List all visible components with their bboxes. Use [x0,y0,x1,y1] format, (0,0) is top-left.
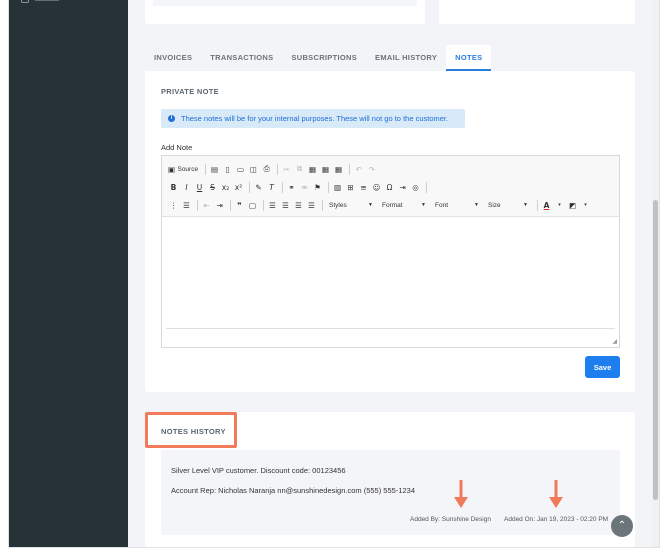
chevron-down-icon[interactable]: ▾ [580,199,591,212]
align-center-icon[interactable]: ☰ [280,199,291,212]
unlink-icon[interactable]: ⚮ [299,181,310,194]
scrollbar[interactable] [652,0,659,547]
new-page-icon[interactable]: ▯ [222,163,233,176]
scroll-to-top-button[interactable]: ⌃ [611,515,633,537]
anchor-icon[interactable]: ⚑ [312,181,323,194]
special-char-icon[interactable]: Ω [384,181,395,194]
note-editor-area[interactable] [166,218,615,329]
paste-text-icon[interactable]: ▦ [320,163,331,176]
image-icon[interactable]: ▨ [332,181,343,194]
private-note-card: PRIVATE NOTE i These notes will be for y… [145,71,635,392]
undo-icon[interactable]: ↶ [353,163,364,176]
print-icon[interactable]: ⎙ [261,163,272,176]
main-content: INVOICES TRANSACTIONS SUBSCRIPTIONS EMAI… [128,0,659,547]
info-banner: i These notes will be for your internal … [161,109,465,128]
scrollbar-thumb[interactable] [653,200,658,500]
save-button[interactable]: Save [585,356,620,378]
arrow-down-icon [454,480,468,508]
subscript-icon[interactable]: x₂ [220,181,231,194]
notes-history-card: NOTES HISTORY Silver Level VIP customer.… [145,412,635,547]
styles-dropdown[interactable]: Styles ▼ [326,199,376,212]
save-doc-icon[interactable]: ▤ [209,163,220,176]
editor-toolbar: ▣ Source ▤ ▯ ▭ ◫ ⎙ ✂ ⧉ ▦ ▦ ▦ ↶ ↷ B I U S… [162,156,619,217]
size-label: Size [488,201,501,209]
indent-icon[interactable]: ⇥ [214,199,225,212]
font-dropdown[interactable]: Font ▼ [432,199,482,212]
numbered-list-icon[interactable]: ⋮ [168,199,179,212]
info-text: These notes will be for your internal pu… [181,114,449,123]
templates-icon[interactable]: ▭ [235,163,246,176]
page-break-icon[interactable]: ⇥ [397,181,408,194]
chevron-up-icon: ⌃ [617,520,627,531]
preview-icon[interactable]: ◫ [248,163,259,176]
smiley-icon[interactable]: ☺ [371,181,382,194]
tab-notes[interactable]: NOTES [446,45,492,71]
add-note-label: Add Note [161,143,193,152]
div-container-icon[interactable]: ▢ [247,199,258,212]
paste-word-icon[interactable]: ▦ [333,163,344,176]
summary-card [145,0,425,24]
customer-tabs: INVOICES TRANSACTIONS SUBSCRIPTIONS EMAI… [145,45,492,71]
added-on: Added On: Jan 19, 2023 - 02:20 PM [504,516,609,523]
summary-card-secondary [439,0,635,24]
tab-email-history[interactable]: EMAIL HISTORY [366,45,446,71]
history-note-line-1: Silver Level VIP customer. Discount code… [171,466,346,475]
copy-format-icon[interactable]: ✎ [253,181,264,194]
source-label: Source [177,165,199,173]
styles-label: Styles [329,201,347,209]
table-icon[interactable]: ⊞ [345,181,356,194]
chevron-down-icon: ▼ [474,202,479,208]
redo-icon[interactable]: ↷ [366,163,377,176]
format-dropdown[interactable]: Format ▼ [379,199,429,212]
font-label: Font [435,201,449,209]
cut-icon[interactable]: ✂ [281,163,292,176]
size-dropdown[interactable]: Size ▼ [485,199,531,212]
chevron-down-icon: ▼ [368,202,373,208]
align-justify-icon[interactable]: ☰ [306,199,317,212]
bold-icon[interactable]: B [168,181,179,194]
superscript-icon[interactable]: x² [233,181,244,194]
sidebar-item-icon[interactable] [21,0,29,3]
source-button[interactable]: ▣ Source [168,163,200,176]
notes-history-title: NOTES HISTORY [161,427,226,436]
arrow-down-icon [549,480,563,508]
sidebar [9,0,128,547]
added-by: Added By: Sunshine Design [410,516,491,523]
align-left-icon[interactable]: ☰ [267,199,278,212]
background-color-icon[interactable]: ◩ [567,199,578,212]
link-icon[interactable]: ⚭ [286,181,297,194]
tab-transactions[interactable]: TRANSACTIONS [201,45,282,71]
private-note-title: PRIVATE NOTE [161,87,219,96]
italic-icon[interactable]: I [181,181,192,194]
resize-handle-icon[interactable]: ◢ [612,338,617,345]
align-right-icon[interactable]: ☰ [293,199,304,212]
format-label: Format [382,201,403,209]
iframe-icon[interactable]: ◎ [410,181,421,194]
rich-text-editor: ▣ Source ▤ ▯ ▭ ◫ ⎙ ✂ ⧉ ▦ ▦ ▦ ↶ ↷ B I U S… [161,155,620,348]
tab-invoices[interactable]: INVOICES [145,45,201,71]
underline-icon[interactable]: U [194,181,205,194]
strike-icon[interactable]: S [207,181,218,194]
paste-icon[interactable]: ▦ [307,163,318,176]
horizontal-line-icon[interactable]: ≡ [358,181,369,194]
bulleted-list-icon[interactable]: ☰ [181,199,192,212]
chevron-down-icon[interactable]: ▾ [554,199,565,212]
info-icon: i [168,115,175,122]
history-note-line-2: Account Rep: Nicholas Naranja nn@sunshin… [171,486,416,495]
blockquote-icon[interactable]: ❞ [234,199,245,212]
text-color-icon[interactable]: A [541,199,552,212]
sidebar-item-label[interactable] [35,0,59,1]
tab-subscriptions[interactable]: SUBSCRIPTIONS [282,45,366,71]
chevron-down-icon: ▼ [523,202,528,208]
app-frame: INVOICES TRANSACTIONS SUBSCRIPTIONS EMAI… [8,0,660,548]
outdent-icon[interactable]: ⇤ [201,199,212,212]
remove-format-icon[interactable]: T [266,181,277,194]
chevron-down-icon: ▼ [421,202,426,208]
copy-icon[interactable]: ⧉ [294,163,305,176]
